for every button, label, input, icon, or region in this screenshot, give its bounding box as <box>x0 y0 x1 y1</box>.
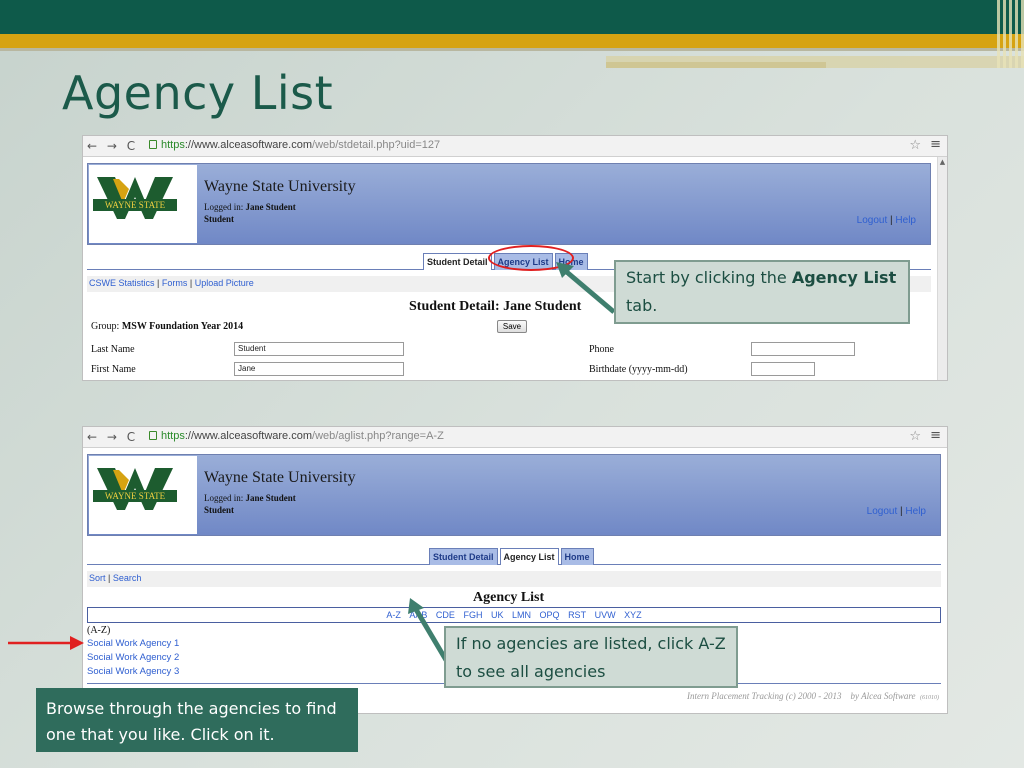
alphabet-range-bar: A-Z AAB CDE FGH UK LMN OPQ RST UVW XYZ <box>87 607 941 623</box>
range-link[interactable]: RST <box>568 610 586 620</box>
top-links: Logout | Help <box>856 215 916 226</box>
address-bar[interactable]: ← → C https://www.alceasoftware.com/web/… <box>83 427 947 448</box>
current-range-label: (A-Z) <box>87 625 111 636</box>
birthdate-label: Birthdate (yyyy-mm-dd) <box>589 364 688 375</box>
group-info: Group: MSW Foundation Year 2014 <box>91 321 244 332</box>
logged-in-info: Logged in: Jane Student Student <box>204 202 296 224</box>
logged-in-info: Logged in: Jane Student Student <box>204 493 296 515</box>
browser-menu-icon[interactable]: ≡ <box>930 137 941 152</box>
nav-buttons-icon[interactable]: ← → C <box>87 139 138 153</box>
range-link[interactable]: UVW <box>595 610 616 620</box>
birthdate-field[interactable] <box>751 362 815 376</box>
lock-icon <box>149 431 157 440</box>
url-text[interactable]: https://www.alceasoftware.com/web/aglist… <box>161 430 444 442</box>
cswe-statistics-link[interactable]: CSWE Statistics <box>89 278 155 288</box>
page-footer: Intern Placement Tracking (c) 2000 - 201… <box>687 691 939 701</box>
range-link[interactable]: A-Z <box>386 610 401 620</box>
agency-link[interactable]: Social Work Agency 3 <box>87 665 179 679</box>
scroll-up-icon[interactable]: ▲ <box>938 157 947 167</box>
university-name: Wayne State University <box>204 469 356 486</box>
slide-gold-shadow-short <box>606 62 826 68</box>
logout-link[interactable]: Logout <box>857 215 888 226</box>
phone-field[interactable] <box>751 342 855 356</box>
forms-link[interactable]: Forms <box>162 278 188 288</box>
logo-label: WAYNE STATE <box>93 199 177 211</box>
page-title: Student Detail: Jane Student <box>409 299 582 314</box>
range-link[interactable]: XYZ <box>624 610 642 620</box>
logout-link[interactable]: Logout <box>867 506 898 517</box>
top-links: Logout | Help <box>866 506 926 517</box>
university-name: Wayne State University <box>204 178 356 195</box>
scrollbar[interactable]: ▲ <box>937 157 947 380</box>
page-title: Agency List <box>473 590 545 605</box>
nav-buttons-icon[interactable]: ← → C <box>87 430 138 444</box>
slide-title: Agency List <box>62 66 334 120</box>
range-link[interactable]: CDE <box>436 610 455 620</box>
agency-link[interactable]: Social Work Agency 1 <box>87 637 179 651</box>
first-name-label: First Name <box>91 364 136 375</box>
lock-icon <box>149 140 157 149</box>
help-link[interactable]: Help <box>895 215 916 226</box>
help-link[interactable]: Help <box>905 506 926 517</box>
sub-navigation: Sort | Search <box>87 571 941 587</box>
save-button[interactable]: Save <box>497 320 527 333</box>
slide-gold-bar <box>0 34 1024 48</box>
range-link[interactable]: FGH <box>463 610 482 620</box>
phone-label: Phone <box>589 344 614 355</box>
tab-home[interactable]: Home <box>560 548 594 565</box>
callout-agency-list-tab: Start by clicking the Agency List tab. <box>614 260 910 324</box>
tab-student-detail[interactable]: Student Detail <box>423 253 492 270</box>
slide-gold-rule <box>0 48 1024 51</box>
logo-label: WAYNE STATE <box>93 490 177 502</box>
site-banner: WAYNE STATE Wayne State University Logge… <box>87 163 931 245</box>
highlight-oval <box>488 245 574 271</box>
slide-corner-stripes <box>990 0 1024 68</box>
url-text[interactable]: https://www.alceasoftware.com/web/stdeta… <box>161 139 440 151</box>
address-bar[interactable]: ← → C https://www.alceasoftware.com/web/… <box>83 136 947 157</box>
slide-top-bar <box>0 0 1024 34</box>
tab-agency-list[interactable]: Agency List <box>499 548 559 565</box>
bookmark-star-icon[interactable]: ☆ <box>909 429 921 444</box>
range-link[interactable]: LMN <box>512 610 531 620</box>
range-link[interactable]: AAB <box>409 610 427 620</box>
tab-student-detail[interactable]: Student Detail <box>429 548 498 565</box>
sort-link[interactable]: Sort <box>89 573 106 583</box>
red-arrow-icon <box>8 636 84 650</box>
bookmark-star-icon[interactable]: ☆ <box>909 138 921 153</box>
tab-strip: Student Detail Agency List Home <box>87 545 941 565</box>
upload-picture-link[interactable]: Upload Picture <box>195 278 254 288</box>
last-name-field[interactable]: Student <box>234 342 404 356</box>
search-link[interactable]: Search <box>113 573 142 583</box>
agency-link[interactable]: Social Work Agency 2 <box>87 651 179 665</box>
wayne-state-w-icon <box>97 468 173 510</box>
range-link[interactable]: UK <box>491 610 504 620</box>
site-banner: WAYNE STATE Wayne State University Logge… <box>87 454 941 536</box>
callout-browse-agencies: Browse through the agencies to find one … <box>36 688 358 752</box>
browser-menu-icon[interactable]: ≡ <box>930 428 941 443</box>
agency-list: Social Work Agency 1 Social Work Agency … <box>87 637 179 679</box>
last-name-label: Last Name <box>91 344 135 355</box>
wayne-state-logo: WAYNE STATE <box>89 456 197 534</box>
wayne-state-logo: WAYNE STATE <box>89 165 197 243</box>
callout-a-z-hint: If no agencies are listed, click A-Z to … <box>444 626 738 688</box>
wayne-state-w-icon <box>97 177 173 219</box>
first-name-field[interactable]: Jane <box>234 362 404 376</box>
range-link[interactable]: OPQ <box>540 610 560 620</box>
